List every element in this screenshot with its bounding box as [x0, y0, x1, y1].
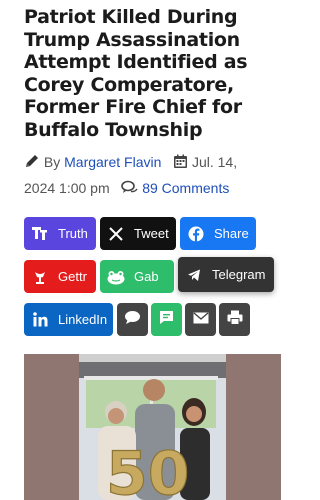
share-telegram-button[interactable]: Telegram [178, 257, 274, 292]
share-telegram-label: Telegram [212, 267, 266, 282]
sms-icon [159, 310, 174, 330]
photo-balloon-text: 50 [106, 439, 190, 500]
speech-bubble-icon [124, 310, 141, 330]
share-gab-button[interactable]: Gab [100, 260, 174, 293]
publish-date: Jul. 14, [191, 154, 238, 170]
share-gab-label: Gab [134, 269, 159, 284]
share-truth-label: Truth [58, 226, 88, 241]
telegram-plane-icon [178, 268, 210, 282]
share-tweet-label: Tweet [134, 226, 169, 241]
pencil-icon [24, 152, 40, 176]
comment-bubbles-icon [121, 178, 138, 202]
share-tweet-button[interactable]: Tweet [100, 217, 176, 250]
share-email-button[interactable] [185, 303, 216, 336]
gab-frog-icon [100, 269, 132, 285]
comments-link[interactable]: 89 Comments [142, 180, 229, 196]
share-linkedin-button[interactable]: LinkedIn [24, 303, 113, 336]
linkedin-icon [24, 312, 56, 327]
x-logo-icon [100, 226, 132, 241]
share-truth-button[interactable]: Truth [24, 217, 96, 250]
article-meta: By Margaret Flavin Jul. 14, 2024 1:00 pm… [24, 150, 296, 202]
share-print-button[interactable] [219, 303, 250, 336]
truth-social-icon [24, 226, 56, 241]
article-photo: 50 [24, 354, 281, 500]
print-icon [227, 310, 243, 330]
share-gettr-button[interactable]: Gettr [24, 260, 96, 293]
by-label: By [43, 154, 61, 170]
share-sms-button[interactable] [151, 303, 182, 336]
author-link[interactable]: Margaret Flavin [64, 154, 161, 170]
share-linkedin-label: LinkedIn [58, 312, 108, 327]
facebook-icon [180, 226, 212, 242]
email-icon [193, 311, 209, 329]
share-gettr-label: Gettr [58, 269, 87, 284]
publish-time: 2024 1:00 pm [24, 180, 110, 196]
share-facebook-label: Share [214, 226, 249, 241]
calendar-icon [173, 152, 188, 176]
article-headline: Patriot Killed During Trump Assassinatio… [24, 6, 248, 141]
share-comment-button[interactable] [117, 303, 148, 336]
gettr-icon [24, 269, 56, 285]
share-facebook-button[interactable]: Share [180, 217, 256, 250]
